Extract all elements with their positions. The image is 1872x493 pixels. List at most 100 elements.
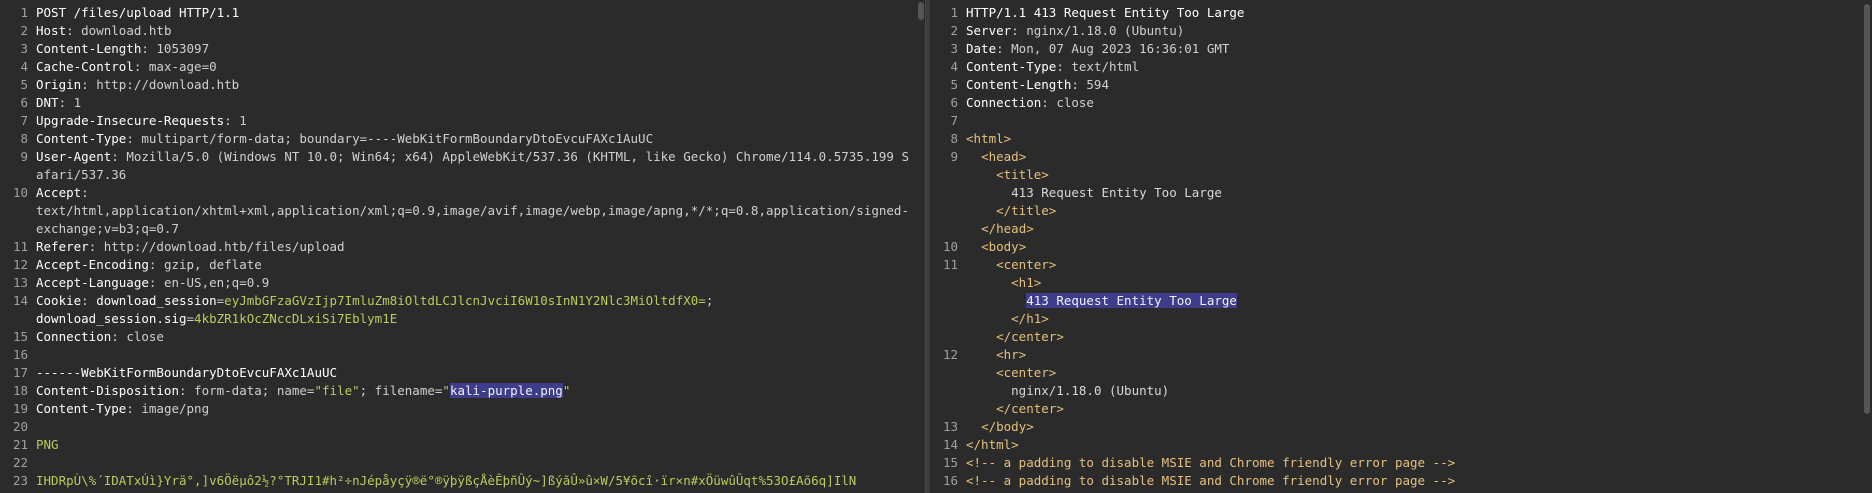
token: : close <box>1041 95 1094 110</box>
response-line[interactable]: 16 <!-- a padding to disable MSIE and Chr… <box>930 472 1872 490</box>
line-content[interactable]: Accept: text/html,application/xhtml+xml,… <box>36 184 925 238</box>
line-content[interactable]: Host: download.htb <box>36 22 925 40</box>
line-content[interactable]: Content-Length: 1053097 <box>36 40 925 58</box>
request-scrollbar-thumb[interactable] <box>918 2 924 20</box>
line-content[interactable] <box>966 112 1872 130</box>
line-content[interactable]: Content-Disposition: form-data; name="fi… <box>36 382 925 400</box>
request-line[interactable]: 7 Upgrade-Insecure-Requests: 1 <box>0 112 925 130</box>
response-line[interactable]: 14 </html> <box>930 436 1872 454</box>
request-line[interactable]: 8 Content-Type: multipart/form-data; boun… <box>0 130 925 148</box>
line-content[interactable]: Content-Type: text/html <box>966 58 1872 76</box>
line-content[interactable]: </html> <box>966 436 1872 454</box>
request-pane[interactable]: 1 POST /files/upload HTTP/1.1 2 Host: downl… <box>0 0 925 493</box>
request-line[interactable]: 6 DNT: 1 <box>0 94 925 112</box>
line-content[interactable]: </body> <box>966 418 1872 436</box>
request-line[interactable]: 16 <box>0 346 925 364</box>
line-content[interactable]: Content-Type: image/png <box>36 400 925 418</box>
line-content[interactable] <box>36 454 925 472</box>
request-line[interactable]: 13 Accept-Language: en-US,en;q=0.9 <box>0 274 925 292</box>
line-number: 6 <box>20 95 28 110</box>
request-line[interactable]: 3 Content-Length: 1053097 <box>0 40 925 58</box>
response-scrollbar[interactable] <box>1863 0 1871 493</box>
response-line[interactable]: 4 Content-Type: text/html <box>930 58 1872 76</box>
request-scrollbar[interactable] <box>917 0 925 493</box>
response-scrollbar-thumb[interactable] <box>1864 4 1870 414</box>
line-content[interactable]: Origin: http://download.htb <box>36 76 925 94</box>
request-line[interactable]: 20 <box>0 418 925 436</box>
request-line[interactable]: 14 Cookie: download_session = eyJmbGFzaGVzI… <box>0 292 925 328</box>
request-line[interactable]: 23 IHDRpÙ\%´IDATxÚì}Yrä°,]v6Öëµô2½?°TRJI1… <box>0 472 925 490</box>
response-line[interactable]: 9 <head> <title> 413 Request Entity Too … <box>930 148 1872 238</box>
line-content[interactable]: POST /files/upload HTTP/1.1 <box>36 4 925 22</box>
line-content[interactable]: Cookie: download_session = eyJmbGFzaGVzIjp… <box>36 292 925 328</box>
line-content[interactable] <box>36 418 925 436</box>
line-content[interactable] <box>36 346 925 364</box>
line-content[interactable]: <body> <box>966 238 1872 256</box>
line-content[interactable]: PNG <box>36 436 925 454</box>
response-line[interactable]: 15 <!-- a padding to disable MSIE and Chr… <box>930 454 1872 472</box>
request-line[interactable]: 5 Origin: http://download.htb <box>0 76 925 94</box>
token: </title> <box>996 203 1057 218</box>
response-line[interactable]: 10 <body> <box>930 238 1872 256</box>
request-line[interactable]: 1 POST /files/upload HTTP/1.1 <box>0 4 925 22</box>
line-content[interactable]: Connection: close <box>966 94 1872 112</box>
response-line[interactable]: 13 </body> <box>930 418 1872 436</box>
line-number: 23 <box>12 473 28 488</box>
line-content[interactable]: Referer: http://download.htb/files/uploa… <box>36 238 925 256</box>
line-number: 4 <box>20 59 28 74</box>
request-editor[interactable]: 1 POST /files/upload HTTP/1.1 2 Host: downl… <box>0 0 925 490</box>
line-number: 3 <box>950 41 958 56</box>
request-line[interactable]: 12 Accept-Encoding: gzip, deflate <box>0 256 925 274</box>
request-line[interactable]: 22 <box>0 454 925 472</box>
response-line[interactable]: 3 Date: Mon, 07 Aug 2023 16:36:01 GMT <box>930 40 1872 58</box>
line-content[interactable]: Server: nginx/1.18.0 (Ubuntu) <box>966 22 1872 40</box>
line-content[interactable]: Content-Length: 594 <box>966 76 1872 94</box>
response-line[interactable]: 6 Connection: close <box>930 94 1872 112</box>
response-line[interactable]: 12 <hr> <center> nginx/1.18.0 (Ubuntu) <… <box>930 346 1872 418</box>
line-content[interactable]: Date: Mon, 07 Aug 2023 16:36:01 GMT <box>966 40 1872 58</box>
response-line[interactable]: 7 <box>930 112 1872 130</box>
line-content[interactable]: HTTP/1.1 413 Request Entity Too Large <box>966 4 1872 22</box>
response-line[interactable]: 11 <center> <h1> 413 Request Entity Too … <box>930 256 1872 346</box>
request-line[interactable]: 2 Host: download.htb <box>0 22 925 40</box>
request-line[interactable]: 18 Content-Disposition: form-data; name="… <box>0 382 925 400</box>
request-line[interactable]: 4 Cache-Control: max-age=0 <box>0 58 925 76</box>
line-content[interactable]: DNT: 1 <box>36 94 925 112</box>
request-line[interactable]: 19 Content-Type: image/png <box>0 400 925 418</box>
response-pane[interactable]: 1 HTTP/1.1 413 Request Entity Too Large 2 S… <box>930 0 1872 493</box>
line-content[interactable]: Connection: close <box>36 328 925 346</box>
line-content[interactable]: Accept-Encoding: gzip, deflate <box>36 256 925 274</box>
token: </head> <box>981 221 1034 236</box>
request-line[interactable]: 10 Accept: text/html,application/xhtml+xm… <box>0 184 925 238</box>
response-line[interactable]: 1 HTTP/1.1 413 Request Entity Too Large <box>930 4 1872 22</box>
line-content[interactable]: <html> <box>966 130 1872 148</box>
request-line[interactable]: 15 Connection: close <box>0 328 925 346</box>
response-line[interactable]: 2 Server: nginx/1.18.0 (Ubuntu) <box>930 22 1872 40</box>
request-line[interactable]: 21 PNG <box>0 436 925 454</box>
token: Date <box>966 41 997 56</box>
request-line[interactable]: 9 User-Agent: Mozilla/5.0 (Windows NT 10.… <box>0 148 925 184</box>
line-content[interactable]: Content-Type: multipart/form-data; bound… <box>36 130 925 148</box>
line-content[interactable]: User-Agent: Mozilla/5.0 (Windows NT 10.0… <box>36 148 925 184</box>
response-editor[interactable]: 1 HTTP/1.1 413 Request Entity Too Large 2 S… <box>930 0 1872 493</box>
line-content[interactable]: Accept-Language: en-US,en;q=0.9 <box>36 274 925 292</box>
response-line[interactable]: 8 <html> <box>930 130 1872 148</box>
line-content[interactable]: <head> <title> 413 Request Entity Too La… <box>966 148 1872 238</box>
line-content[interactable]: <center> <h1> 413 Request Entity Too Lar… <box>966 256 1872 346</box>
line-content[interactable]: Cache-Control: max-age=0 <box>36 58 925 76</box>
request-line[interactable]: 17 ------WebKitFormBoundaryDtoEvcuFAXc1Au… <box>0 364 925 382</box>
line-content[interactable]: <!-- a padding to disable MSIE and Chrom… <box>966 472 1872 490</box>
token: ------WebKitFormBoundaryDtoEvcuFAXc1AuUC <box>36 365 338 380</box>
line-content[interactable]: IHDRpÙ\%´IDATxÚì}Yrä°,]v6Öëµô2½?°TRJI1#h… <box>36 472 925 490</box>
line-content[interactable]: Upgrade-Insecure-Requests: 1 <box>36 112 925 130</box>
response-line[interactable]: 5 Content-Length: 594 <box>930 76 1872 94</box>
line-content[interactable]: ------WebKitFormBoundaryDtoEvcuFAXc1AuUC <box>36 364 925 382</box>
line-content[interactable]: <!-- a padding to disable MSIE and Chrom… <box>966 454 1872 472</box>
token: download_session.sig <box>36 311 187 326</box>
line-number: 2 <box>20 23 28 38</box>
line-content[interactable]: <hr> <center> nginx/1.18.0 (Ubuntu) </ce… <box>966 346 1872 418</box>
request-line[interactable]: 11 Referer: http://download.htb/files/upl… <box>0 238 925 256</box>
